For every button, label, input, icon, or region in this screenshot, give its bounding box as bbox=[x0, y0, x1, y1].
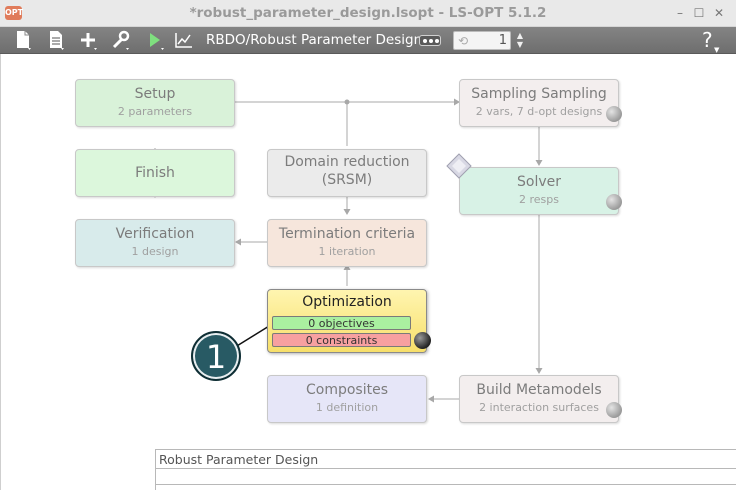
finish-node[interactable]: Finish bbox=[75, 149, 235, 197]
toolbar: RBDO/Robust Parameter Design ⟲ 1 ▲ ▼ ? ▼ bbox=[0, 27, 736, 54]
solver-diamond-icon[interactable] bbox=[445, 152, 473, 180]
solver-subtitle: 2 resps bbox=[519, 193, 559, 206]
mode-label: RBDO/Robust Parameter Design bbox=[206, 32, 423, 48]
solver-status-icon[interactable] bbox=[606, 194, 622, 210]
maximize-button[interactable]: ☐ bbox=[691, 4, 707, 22]
cycle-icon: ⟲ bbox=[458, 34, 469, 48]
help-dropdown-icon[interactable]: ▼ bbox=[714, 46, 719, 54]
verification-node[interactable]: Verification 1 design bbox=[75, 219, 235, 267]
setup-title: Setup bbox=[134, 86, 176, 102]
help-button[interactable]: ? bbox=[702, 28, 713, 52]
spinner-arrows[interactable]: ▲ ▼ bbox=[514, 31, 526, 50]
termination-subtitle: 1 iteration bbox=[318, 245, 376, 258]
termination-title: Termination criteria bbox=[278, 226, 416, 242]
properties-panel: Robust Parameter Design bbox=[155, 449, 736, 490]
metamodels-title: Build Metamodels bbox=[476, 382, 602, 398]
metamodels-status-icon[interactable] bbox=[606, 402, 622, 418]
metamodels-subtitle: 2 interaction surfaces bbox=[479, 401, 599, 414]
optimization-node[interactable]: Optimization 0 objectives 0 constraints bbox=[267, 289, 427, 353]
verification-subtitle: 1 design bbox=[131, 245, 179, 258]
run-icon[interactable] bbox=[143, 29, 169, 52]
sampling-title: Sampling Sampling bbox=[471, 86, 607, 102]
constraints-bar[interactable]: 0 constraints bbox=[272, 333, 411, 347]
sampling-subtitle: 2 vars, 7 d-opt designs bbox=[475, 105, 603, 118]
optimization-status-icon[interactable] bbox=[414, 332, 431, 349]
domain-reduction-node[interactable]: Domain reduction (SRSM) bbox=[267, 149, 427, 197]
finish-title: Finish bbox=[135, 165, 175, 181]
callout-badge: 1 bbox=[191, 331, 241, 381]
objectives-bar[interactable]: 0 objectives bbox=[272, 316, 411, 330]
sampling-status-icon[interactable] bbox=[606, 106, 622, 122]
solver-title: Solver bbox=[517, 174, 561, 190]
termination-criteria-node[interactable]: Termination criteria 1 iteration bbox=[267, 219, 427, 267]
panel-body bbox=[156, 469, 736, 485]
setup-subtitle: 2 parameters bbox=[117, 105, 193, 118]
composites-node[interactable]: Composites 1 definition bbox=[267, 375, 427, 423]
panel-title: Robust Parameter Design bbox=[156, 449, 736, 469]
verification-title: Verification bbox=[115, 226, 195, 242]
title-bar: OPT *robust_parameter_design.lsopt - LS-… bbox=[0, 0, 736, 27]
window-title: *robust_parameter_design.lsopt - LS-OPT … bbox=[189, 5, 547, 21]
chart-icon[interactable] bbox=[171, 29, 197, 52]
iteration-spinner[interactable]: ⟲ 1 bbox=[453, 31, 511, 50]
close-button[interactable]: ✕ bbox=[711, 4, 727, 22]
optimization-title: Optimization bbox=[302, 294, 392, 310]
iteration-value: 1 bbox=[498, 33, 507, 48]
file-list-icon[interactable] bbox=[43, 29, 69, 52]
wrench-icon[interactable] bbox=[108, 29, 134, 52]
solver-node[interactable]: Solver 2 resps bbox=[459, 167, 619, 215]
composites-title: Composites bbox=[305, 382, 388, 398]
setup-node[interactable]: Setup 2 parameters bbox=[75, 79, 235, 127]
new-file-icon[interactable] bbox=[10, 29, 36, 52]
sampling-node[interactable]: Sampling Sampling 2 vars, 7 d-opt design… bbox=[459, 79, 619, 127]
add-icon[interactable] bbox=[76, 29, 102, 52]
domain-reduction-method: (SRSM) bbox=[321, 172, 373, 188]
composites-subtitle: 1 definition bbox=[315, 401, 379, 414]
domain-reduction-title: Domain reduction bbox=[284, 154, 410, 170]
minimize-button[interactable]: – bbox=[672, 4, 688, 22]
mode-menu-button[interactable] bbox=[419, 35, 441, 46]
build-metamodels-node[interactable]: Build Metamodels 2 interaction surfaces bbox=[459, 375, 619, 423]
